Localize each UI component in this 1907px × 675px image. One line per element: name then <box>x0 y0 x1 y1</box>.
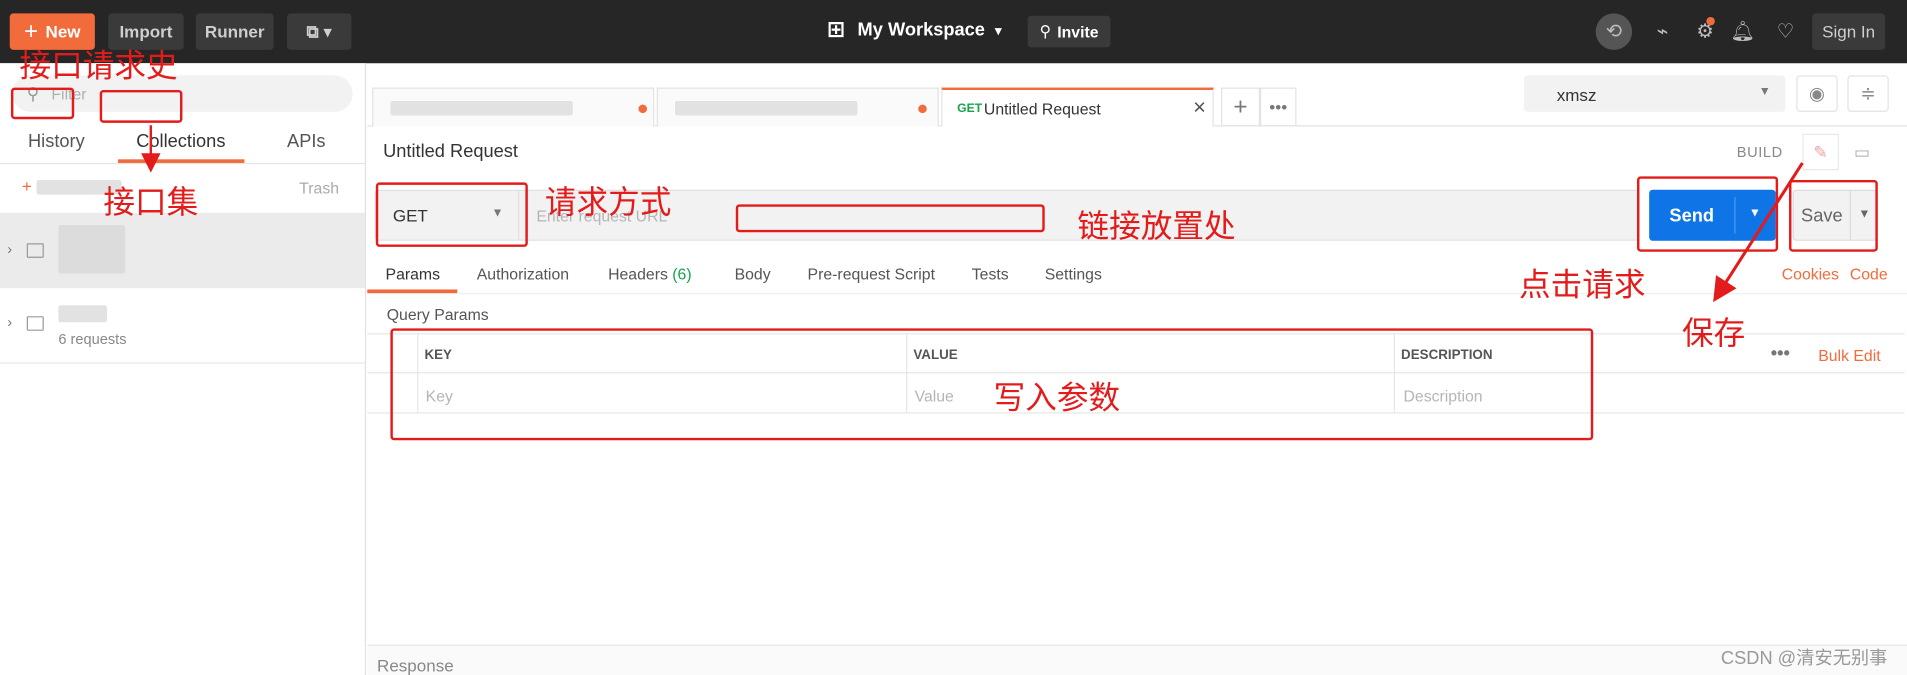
chevron-right-icon: › <box>7 313 13 331</box>
search-icon: ⚲ <box>26 83 40 103</box>
value-input[interactable]: Value <box>915 387 954 405</box>
save-button[interactable]: Save ▼ <box>1792 189 1878 241</box>
cookies-link[interactable]: Cookies <box>1782 265 1839 283</box>
more-tabs-button[interactable]: ••• <box>1259 87 1297 127</box>
collection-item[interactable]: › <box>0 212 365 289</box>
method-select[interactable]: GET ▼ <box>376 190 520 240</box>
tab-authorization[interactable]: Authorization <box>477 265 569 283</box>
filter-placeholder: Filter <box>51 84 87 103</box>
postman-app: + New Import Runner ⧉ ▾ ⊞ My Workspace ▾… <box>0 0 1907 675</box>
response-label: Response <box>377 655 454 675</box>
query-params-title: Query Params <box>386 305 489 324</box>
close-icon[interactable]: × <box>1193 95 1206 121</box>
sliders-icon[interactable]: ≑ <box>1847 75 1889 112</box>
tab-body[interactable]: Body <box>735 265 771 283</box>
url-input[interactable] <box>536 190 1631 240</box>
tab-pre-request-script[interactable]: Pre-request Script <box>808 265 935 283</box>
window-icon: ⧉ ▾ <box>306 21 332 41</box>
tab-params[interactable]: Params <box>386 265 440 283</box>
header-value: VALUE <box>913 347 958 363</box>
headers-count: (6) <box>672 265 692 284</box>
satellite-icon[interactable]: ⌁ <box>1648 17 1677 46</box>
user-plus-icon: ⚲ <box>1039 21 1052 41</box>
pencil-icon[interactable]: ✎ <box>1802 133 1839 171</box>
grid-icon: ⊞ <box>827 17 846 42</box>
unsaved-dot <box>638 104 648 114</box>
workspace-switcher[interactable]: ⊞ My Workspace ▾ <box>827 17 1002 43</box>
new-label: New <box>45 21 81 42</box>
sign-in-button[interactable]: Sign In <box>1812 13 1886 50</box>
bell-icon[interactable]: 🔔︎ <box>1728 17 1757 46</box>
sidebar: ⚲ Filter History Collections APIs + Tras… <box>0 63 367 675</box>
tab-settings[interactable]: Settings <box>1045 265 1102 283</box>
params-table: KEY VALUE DESCRIPTION ••• Bulk Edit Key … <box>367 333 1905 414</box>
header-description: DESCRIPTION <box>1401 347 1493 363</box>
new-window-button[interactable]: ⧉ ▾ <box>287 13 352 50</box>
trash-link[interactable]: Trash <box>299 179 339 197</box>
tab-headers[interactable]: Headers (6) <box>608 265 691 283</box>
new-tab-button[interactable]: + <box>1221 87 1260 127</box>
build-label: BUILD <box>1736 143 1783 161</box>
send-label: Send <box>1669 204 1715 226</box>
save-dropdown-icon[interactable]: ▼ <box>1858 208 1870 221</box>
divider <box>0 162 365 165</box>
eye-icon[interactable]: ◉ <box>1796 75 1838 112</box>
send-button[interactable]: Send ▼ <box>1649 189 1776 241</box>
bulk-edit-link[interactable]: Bulk Edit <box>1818 347 1880 365</box>
dropdown-icon: ▼ <box>491 206 504 221</box>
tab-apis[interactable]: APIs <box>287 131 326 152</box>
request-subtabs: Params Authorization Headers (6) Body Pr… <box>367 253 1907 295</box>
invite-button[interactable]: ⚲ Invite <box>1027 15 1111 48</box>
runner-button[interactable]: Runner <box>195 13 274 50</box>
more-options-icon[interactable]: ••• <box>1771 343 1790 364</box>
workspace-name: My Workspace <box>857 19 985 41</box>
header-key: KEY <box>424 347 452 363</box>
dropdown-icon: ▼ <box>1758 85 1771 99</box>
folder-icon <box>26 243 44 258</box>
code-link[interactable]: Code <box>1850 265 1888 283</box>
tab-method: GET <box>957 102 983 116</box>
notification-dot <box>1706 17 1715 26</box>
invite-label: Invite <box>1057 22 1099 41</box>
params-header-row <box>367 334 1905 374</box>
chevron-down-icon: ▾ <box>994 21 1003 39</box>
heart-icon[interactable]: ♡ <box>1771 17 1800 46</box>
send-dropdown-icon[interactable]: ▼ <box>1749 207 1761 220</box>
description-input[interactable]: Description <box>1403 387 1482 405</box>
tab-tests[interactable]: Tests <box>972 265 1009 283</box>
collection-item[interactable]: › 6 requests <box>0 288 365 364</box>
request-tab[interactable] <box>656 87 939 127</box>
new-collection-button[interactable]: + <box>22 176 122 196</box>
save-label: Save <box>1801 204 1843 226</box>
request-tab-active[interactable]: GET Untitled Request × <box>941 87 1214 127</box>
top-bar: + New Import Runner ⧉ ▾ ⊞ My Workspace ▾… <box>0 0 1907 64</box>
active-subtab-underline <box>367 289 458 294</box>
request-tab-strip: GET Untitled Request × + ••• xmsz ▼ ◉ ≑ <box>367 63 1907 127</box>
response-pane: Response <box>367 644 1907 675</box>
key-input[interactable]: Key <box>426 387 453 405</box>
environment-select[interactable]: xmsz ▼ <box>1523 75 1786 112</box>
request-count: 6 requests <box>58 330 127 348</box>
url-bar: GET ▼ <box>374 189 1640 241</box>
tab-headers-label: Headers <box>608 265 668 284</box>
sync-icon[interactable]: ⟲ <box>1595 13 1633 50</box>
method-value: GET <box>392 205 428 225</box>
comment-icon[interactable]: ▭ <box>1844 134 1880 170</box>
chevron-right-icon: › <box>7 240 13 258</box>
environment-value: xmsz <box>1556 85 1597 105</box>
unsaved-dot <box>918 104 927 114</box>
new-button[interactable]: + New <box>9 13 95 50</box>
plus-icon: + <box>24 18 39 45</box>
folder-icon <box>26 316 44 331</box>
tab-title: Untitled Request <box>983 99 1101 118</box>
gear-icon[interactable]: ⚙ <box>1691 17 1720 46</box>
filter-field[interactable]: ⚲ Filter <box>12 75 353 112</box>
import-button[interactable]: Import <box>108 13 184 50</box>
tab-collections[interactable]: Collections <box>136 131 225 152</box>
main-panel: GET Untitled Request × + ••• xmsz ▼ ◉ ≑ … <box>367 63 1907 675</box>
request-tab[interactable] <box>372 87 655 127</box>
request-name[interactable]: Untitled Request <box>383 141 518 162</box>
tab-history[interactable]: History <box>28 131 85 152</box>
